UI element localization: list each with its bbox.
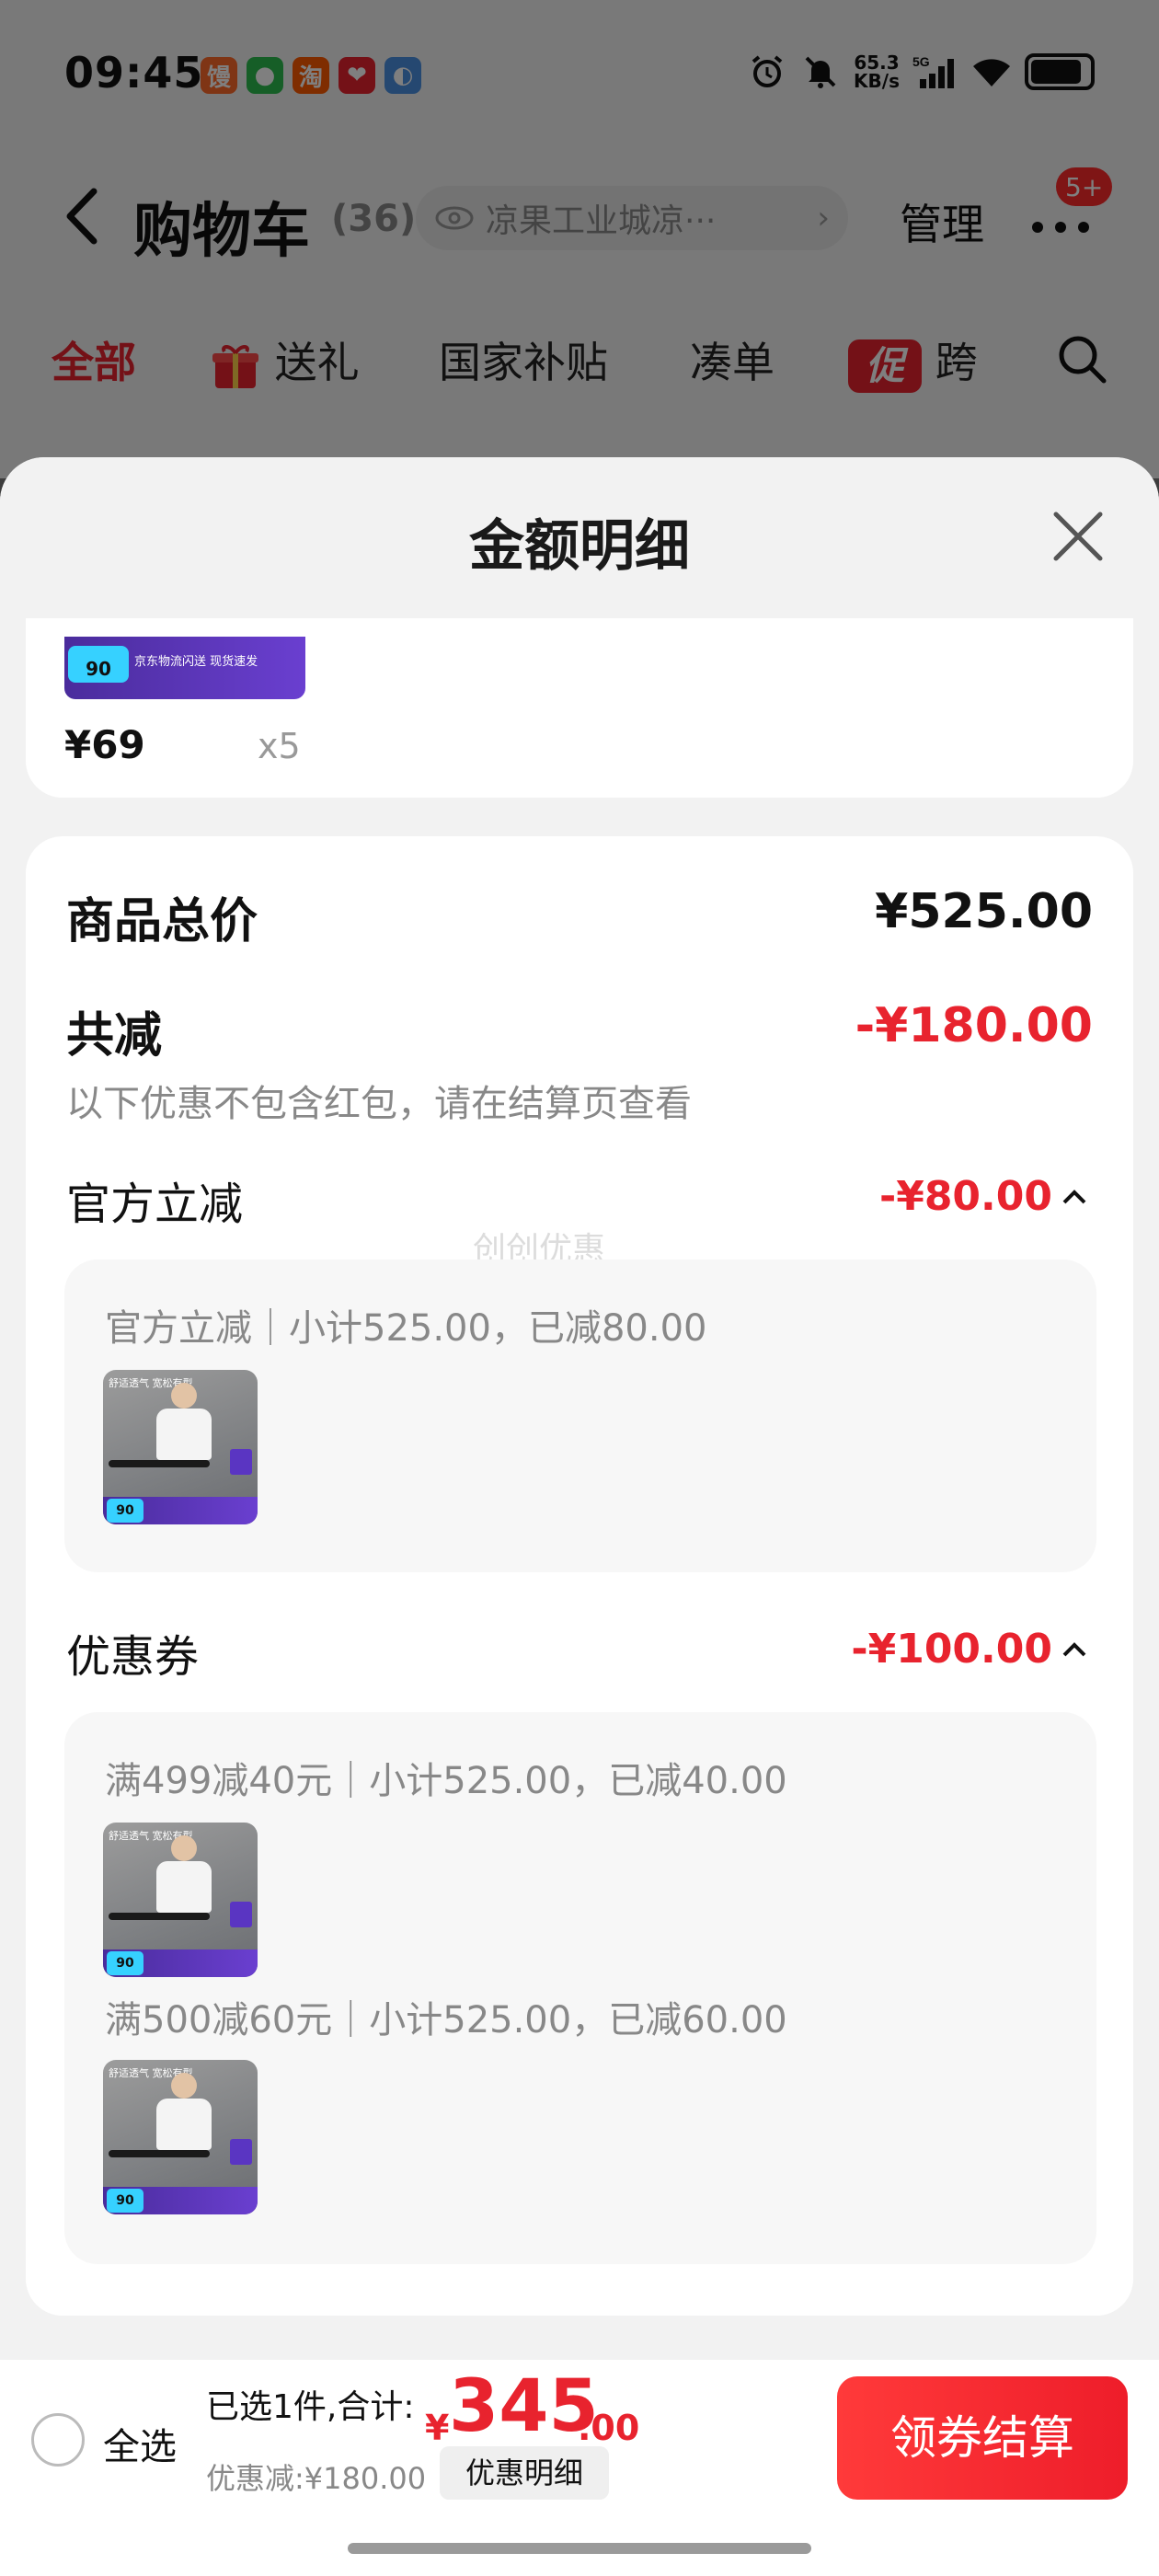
discount-summary: 优惠减:¥180.00 [206,2461,427,2496]
reduction-label: 共减 [66,1008,163,1064]
coupon-label: 优惠券 [66,1631,200,1683]
official-reduction-label: 官方立减 [66,1179,244,1230]
thumb-badge: 90 [68,646,129,683]
reduction-value: -¥180.00 [855,998,1093,1053]
coupon-value: -¥100.00 [851,1626,1052,1673]
thumb-badge: 90 [107,2189,143,2213]
total-decimal: .00 [578,2408,640,2448]
gesture-area [0,2521,1159,2576]
sheet-title: 金额明细 [469,514,690,579]
close-icon[interactable] [1049,507,1107,566]
detail-line: 满499减40元｜小计525.00，已减40.00 [105,1760,787,1802]
goods-total-value: ¥525.00 [875,884,1093,939]
product-thumbnail[interactable]: 90 京东物流闪送 现货速发 [64,637,305,699]
total-amount: 345 [449,2365,599,2448]
official-reduction-detail: 官方立减｜小计525.00，已减80.00 舒适透气 宽松有型 90 [64,1259,1096,1572]
product-thumbnail[interactable]: 舒适透气 宽松有型 90 [103,1370,258,1524]
goods-total-label: 商品总价 [66,894,258,949]
thumb-text: 京东物流闪送 现货速发 [134,655,258,669]
checkout-bar: 全选 已选1件,合计: ¥ 345 .00 优惠减:¥180.00 优惠明细 领… [0,2360,1159,2521]
checkout-button[interactable]: 领券结算 [837,2376,1128,2500]
quantity: x5 [258,726,301,766]
sheet-header: 金额明细 [0,457,1159,618]
detail-line: 官方立减｜小计525.00，已减80.00 [105,1307,707,1350]
select-all-checkbox[interactable] [31,2413,85,2467]
official-reduction-value: -¥80.00 [878,1173,1052,1220]
thumb-badge: 90 [107,1499,143,1523]
thumb-badge: 90 [107,1951,143,1975]
product-thumbnail[interactable]: 舒适透气 宽松有型 90 [103,1823,258,1977]
home-indicator[interactable] [348,2543,811,2554]
amount-detail-sheet: 金额明细 90 京东物流闪送 现货速发 ¥69 x5 商品总价 ¥525.00 … [0,457,1159,2576]
product-thumbnail[interactable]: 舒适透气 宽松有型 90 [103,2060,258,2214]
price-breakdown-card: 商品总价 ¥525.00 共减 -¥180.00 以下优惠不包含红包，请在结算页… [26,836,1133,2316]
official-reduction-toggle[interactable]: -¥80.00 [879,1173,1087,1220]
select-all-label[interactable]: 全选 [103,2417,177,2470]
total-currency: ¥ [425,2408,450,2448]
coupon-toggle[interactable]: -¥100.00 [851,1626,1087,1673]
discount-detail-button[interactable]: 优惠明细 [440,2446,609,2500]
chevron-up-icon [1062,1189,1086,1203]
detail-line: 满500减60元｜小计525.00，已减60.00 [105,1999,787,2041]
reduction-note: 以下优惠不包含红包，请在结算页查看 [66,1083,692,1125]
unit-price: ¥69 [64,722,145,767]
coupon-detail: 满499减40元｜小计525.00，已减40.00 舒适透气 宽松有型 90 满… [64,1712,1096,2264]
selection-summary: 已选1件,合计: [206,2388,415,2426]
chevron-up-icon [1062,1641,1086,1656]
